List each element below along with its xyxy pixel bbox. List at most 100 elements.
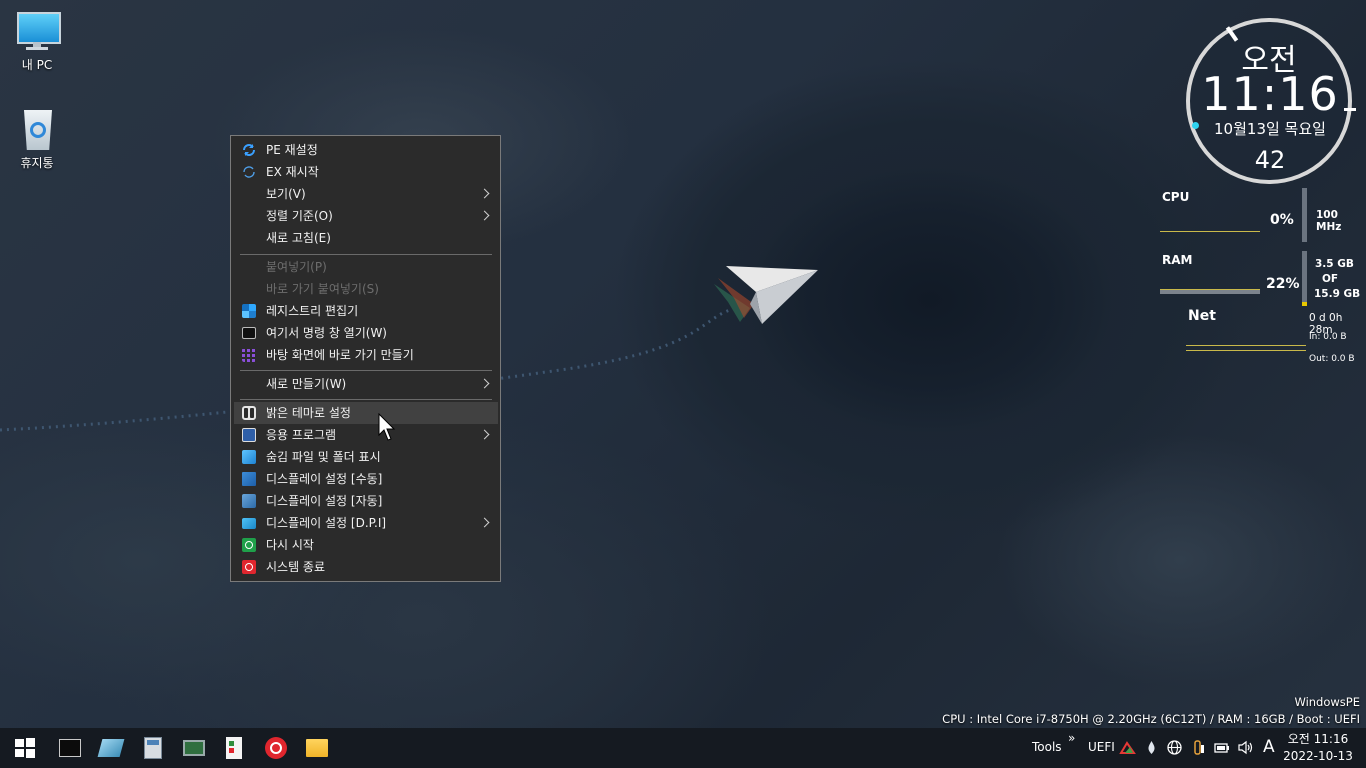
ram-fill [1302, 302, 1307, 306]
menu-item-label: 정렬 기준(O) [266, 209, 333, 223]
hardware-info: CPU : Intel Core i7-8750H @ 2.20GHz (6C1… [942, 712, 1360, 726]
menu-item-open-cmd[interactable]: 여기서 명령 창 열기(W) [234, 322, 498, 344]
display-auto-icon [242, 494, 256, 508]
taskbar-power-button[interactable] [255, 728, 295, 768]
net-out: Out: 0.0 B [1309, 354, 1355, 364]
menu-item-label: 붙여넣기(P) [266, 260, 327, 274]
menu-item-label: 바탕 화면에 바로 가기 만들기 [266, 348, 414, 362]
clock-gadget: 오전 11:16 10월13일 목요일 42 [1186, 18, 1356, 184]
menu-item-show-hidden-files[interactable]: 숨김 파일 및 폴더 표시 [234, 446, 498, 468]
cpu-graph [1160, 231, 1260, 232]
menu-item-display-manual[interactable]: 디스플레이 설정 [수동] [234, 468, 498, 490]
taskbar-hardware-button[interactable] [173, 728, 213, 768]
paper-plane-illustration [714, 266, 818, 324]
windows-start-icon [15, 738, 35, 758]
menu-item-label: 밝은 테마로 설정 [266, 406, 351, 420]
taskbar: Tools » UEFI A 오전 11:16 2022-10-13 [0, 728, 1366, 768]
reboot-icon [242, 538, 256, 552]
usb-icon[interactable] [1190, 739, 1207, 756]
menu-item-paste: 붙여넣기(P) [234, 256, 498, 278]
ram-label: RAM [1162, 253, 1193, 267]
menu-item-create-shortcut[interactable]: 바탕 화면에 바로 가기 만들기 [234, 344, 498, 366]
cpu-percent: 0% [1270, 212, 1294, 228]
menu-item-ex-restart[interactable]: EX 재시작 [234, 161, 498, 183]
taskbar-installer-button[interactable] [214, 728, 254, 768]
hidden-files-icon [242, 450, 256, 464]
menu-item-refresh[interactable]: 새로 고침(E) [234, 227, 498, 249]
taskbar-clock[interactable]: 오전 11:16 2022-10-13 [1280, 731, 1356, 765]
grid-icon [242, 348, 256, 362]
network-globe-icon[interactable] [1166, 739, 1183, 756]
menu-item-label: 디스플레이 설정 [D.P.I] [266, 516, 387, 530]
circuit-board-icon [183, 740, 205, 756]
desktop[interactable]: 내 PC 휴지통 PE 재설정 EX 재시작 보기(V) 정렬 기준(O) 새로… [0, 0, 1366, 728]
menu-item-label: 새로 만들기(W) [266, 377, 347, 391]
battery-icon[interactable] [1213, 739, 1230, 756]
power-icon [265, 737, 287, 759]
app-tray-icon[interactable] [1119, 739, 1136, 756]
cpu-frequency: 100 MHz [1316, 209, 1342, 233]
menu-item-registry-editor[interactable]: 레지스트리 편집기 [234, 300, 498, 322]
chevron-right-icon [479, 378, 490, 389]
menu-item-label: 숨김 파일 및 폴더 표시 [266, 450, 381, 464]
taskbar-explorer-button[interactable] [296, 728, 336, 768]
menu-item-light-theme[interactable]: 밝은 테마로 설정 [234, 402, 498, 424]
display-dpi-icon [242, 518, 256, 529]
installer-icon [226, 737, 242, 759]
taskbar-date: 2022-10-13 [1283, 749, 1353, 763]
menu-separator [240, 399, 492, 400]
ram-used: 3.5 GB [1315, 258, 1354, 270]
menu-item-label: 다시 시작 [266, 538, 314, 552]
tools-toolbar[interactable]: Tools [1032, 740, 1062, 754]
menu-item-label: 디스플레이 설정 [자동] [266, 494, 383, 508]
registry-icon [242, 304, 256, 318]
menu-item-restart[interactable]: 다시 시작 [234, 534, 498, 556]
menu-item-display-auto[interactable]: 디스플레이 설정 [자동] [234, 490, 498, 512]
menu-item-pe-reset[interactable]: PE 재설정 [234, 139, 498, 161]
volume-icon[interactable] [1237, 739, 1254, 756]
ram-vertical-bar [1302, 251, 1307, 306]
net-graph [1186, 345, 1306, 346]
cpu-label: CPU [1162, 190, 1190, 204]
folder-icon [306, 739, 328, 757]
input-method-indicator[interactable]: A [1263, 737, 1275, 757]
mouse-cursor-icon [378, 413, 396, 441]
desktop-icon-label: 휴지통 [20, 156, 54, 170]
menu-item-applications[interactable]: 응용 프로그램 [234, 424, 498, 446]
chevron-right-icon [479, 188, 490, 199]
menu-item-display-dpi[interactable]: 디스플레이 설정 [D.P.I] [234, 512, 498, 534]
droplet-icon[interactable] [1143, 739, 1160, 756]
restart-icon [243, 166, 255, 178]
start-button[interactable] [4, 728, 44, 768]
taskbar-eraser-button[interactable] [90, 728, 130, 768]
ram-percent: 22% [1266, 276, 1300, 292]
menu-item-view[interactable]: 보기(V) [234, 183, 498, 205]
clock-seconds: 42 [1254, 146, 1286, 174]
cpu-vertical-bar [1302, 188, 1307, 242]
taskbar-calculator-button[interactable] [132, 728, 172, 768]
cmd-icon [59, 739, 81, 757]
display-manual-icon [242, 472, 256, 486]
chevron-right-icon [479, 429, 490, 440]
ram-total: 15.9 GB [1314, 288, 1361, 300]
ram-of: OF [1322, 273, 1339, 285]
eraser-icon [97, 739, 125, 757]
desktop-icon-recycle-bin[interactable]: 휴지통 [0, 108, 74, 171]
menu-separator [240, 370, 492, 371]
menu-item-shutdown[interactable]: 시스템 종료 [234, 556, 498, 578]
menu-item-label: 보기(V) [266, 187, 306, 201]
clock-time: 11:16 [1201, 67, 1339, 121]
toolbar-expand-chevron-icon[interactable]: » [1068, 731, 1075, 745]
menu-item-label: 디스플레이 설정 [수동] [266, 472, 383, 486]
uefi-indicator[interactable]: UEFI [1088, 740, 1115, 754]
menu-item-sort-by[interactable]: 정렬 기준(O) [234, 205, 498, 227]
cmd-icon [242, 327, 256, 339]
desktop-icon-this-pc[interactable]: 내 PC [0, 10, 74, 73]
menu-item-label: 바로 가기 붙여넣기(S) [266, 282, 379, 296]
menu-item-new[interactable]: 새로 만들기(W) [234, 373, 498, 395]
menu-item-label: PE 재설정 [266, 143, 318, 157]
menu-separator [240, 254, 492, 255]
menu-item-label: EX 재시작 [266, 165, 319, 179]
taskbar-time: 오전 11:16 [1287, 732, 1349, 746]
taskbar-cmd-button[interactable] [49, 728, 89, 768]
